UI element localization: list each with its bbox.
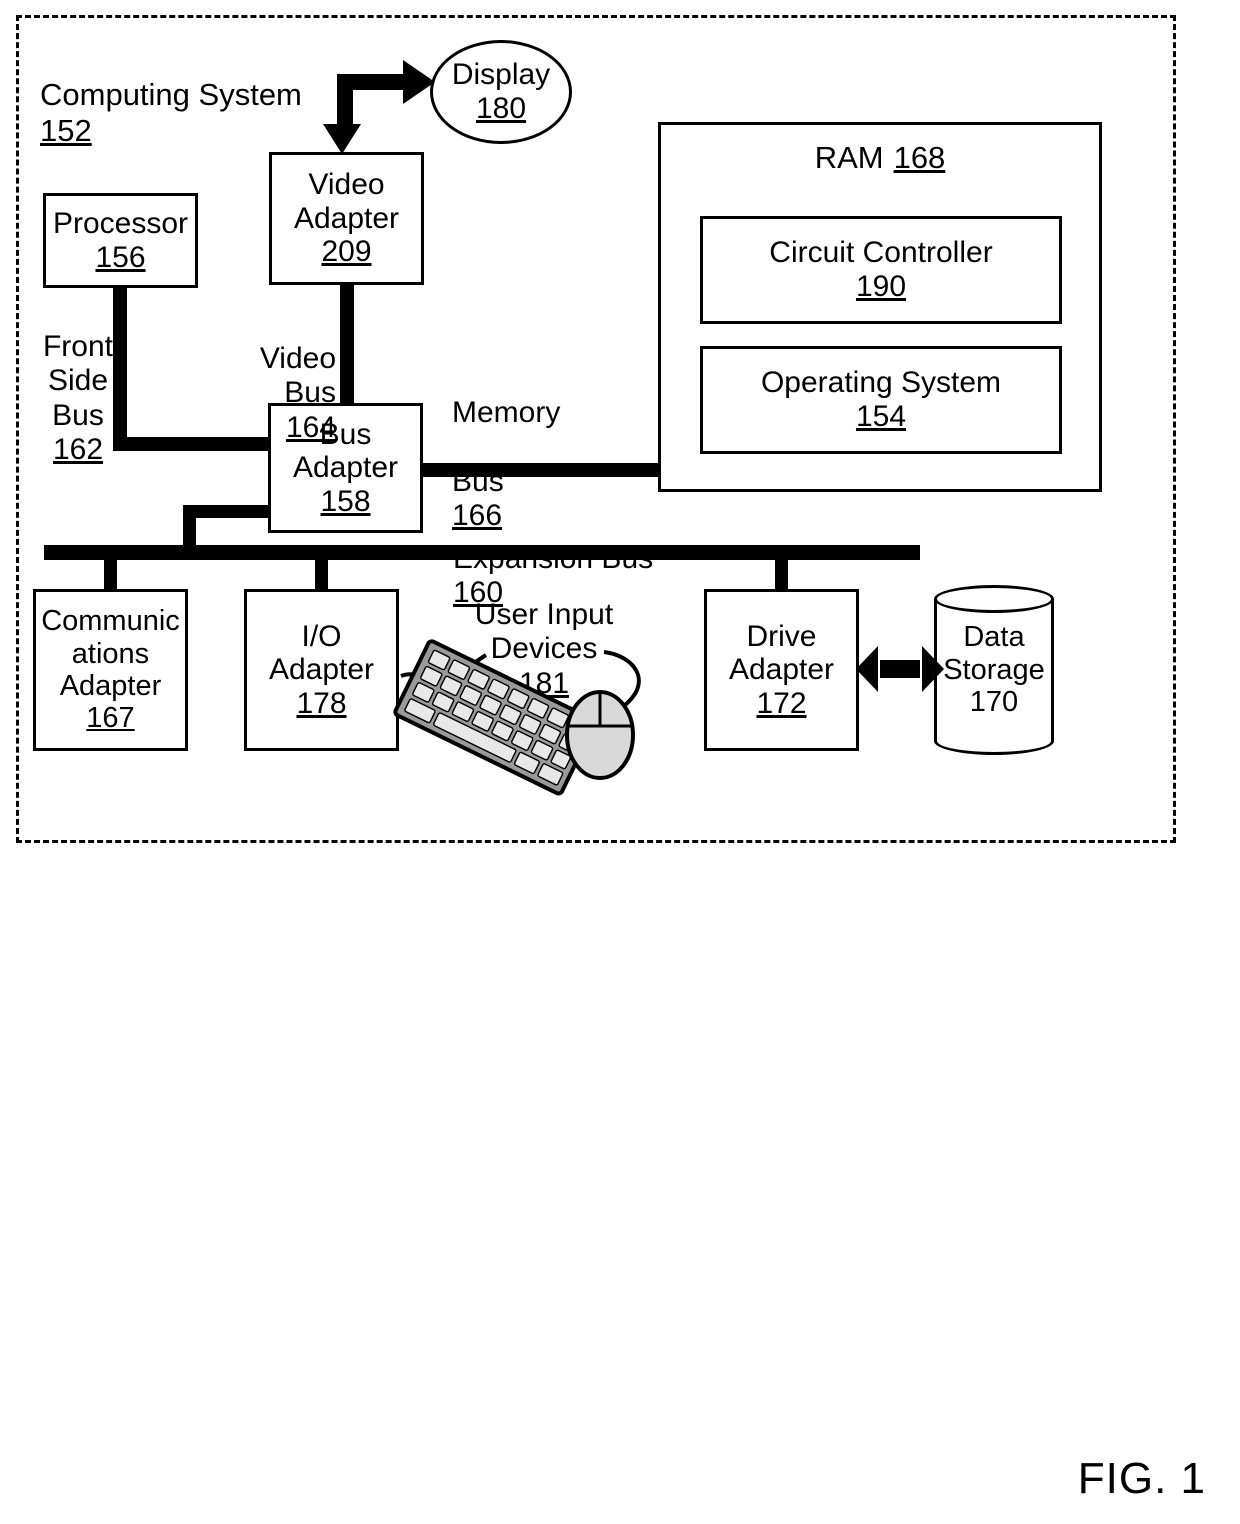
user-input-devices-label: User Input Devices 181: [444, 564, 644, 701]
data-storage-title: Data Storage: [943, 621, 1045, 686]
io-adapter-node[interactable]: I/O Adapter 178: [244, 589, 399, 751]
data-storage-ref: 170: [969, 686, 1019, 719]
wire-video-bus-vertical: [340, 283, 354, 405]
display-ref: 180: [475, 92, 527, 125]
video-adapter-title: Video Adapter: [293, 168, 400, 235]
io-adapter-ref: 178: [296, 686, 347, 720]
operating-system-ref: 154: [855, 400, 907, 433]
communications-adapter-node[interactable]: Communic ations Adapter 167: [33, 589, 188, 751]
front-side-bus-ref: 162: [52, 432, 104, 466]
ram-header: RAM 168: [814, 140, 946, 176]
communications-adapter-ref: 167: [86, 702, 135, 735]
bus-adapter-ref: 158: [320, 484, 371, 518]
computing-system-label: Computing System 152: [40, 42, 302, 148]
computing-system-title: Computing System: [40, 77, 302, 113]
video-bus-ref: 164: [285, 410, 336, 444]
display-title: Display: [451, 58, 551, 92]
computing-system-ref: 152: [40, 112, 92, 148]
processor-ref: 156: [95, 240, 146, 274]
wire-drop-communications-adapter: [104, 558, 117, 590]
figure-caption: FIG. 1: [1077, 1454, 1206, 1503]
operating-system-node[interactable]: Operating System 154: [700, 346, 1062, 454]
data-storage-text: Data Storage 170: [934, 585, 1054, 755]
wire-expansion-drop-horizontal: [183, 505, 275, 518]
operating-system-title: Operating System: [760, 366, 1002, 400]
wire-drop-drive-adapter: [775, 558, 788, 590]
processor-title: Processor: [52, 206, 189, 240]
video-adapter-node[interactable]: Video Adapter 209: [269, 152, 424, 285]
video-bus-label: Video Bus 164: [206, 308, 336, 445]
data-storage-node[interactable]: Data Storage 170: [934, 585, 1054, 755]
drive-adapter-node[interactable]: Drive Adapter 172: [704, 589, 859, 751]
memory-bus-title: Memory: [452, 396, 561, 430]
drive-adapter-title: Drive Adapter: [728, 619, 835, 687]
circuit-controller-ref: 190: [855, 270, 907, 303]
wire-drop-io-adapter: [315, 558, 328, 590]
front-side-bus-label: Front Side Bus 162: [40, 296, 116, 467]
drive-adapter-ref: 172: [756, 686, 807, 720]
ram-title: RAM: [814, 140, 884, 175]
front-side-bus-title: Front Side Bus: [42, 330, 114, 432]
ram-ref: 168: [893, 140, 946, 175]
video-adapter-ref: 209: [321, 235, 372, 269]
video-bus-title: Video Bus: [259, 342, 336, 410]
user-input-devices-title: User Input Devices: [474, 598, 614, 666]
display-node[interactable]: Display 180: [430, 40, 572, 144]
communications-adapter-title: Communic ations Adapter: [41, 605, 180, 702]
processor-node[interactable]: Processor 156: [43, 193, 198, 288]
circuit-controller-title: Circuit Controller: [769, 236, 993, 270]
io-adapter-title: I/O Adapter: [268, 619, 375, 687]
circuit-controller-node[interactable]: Circuit Controller 190: [700, 216, 1062, 324]
user-input-devices-ref: 181: [518, 666, 570, 700]
